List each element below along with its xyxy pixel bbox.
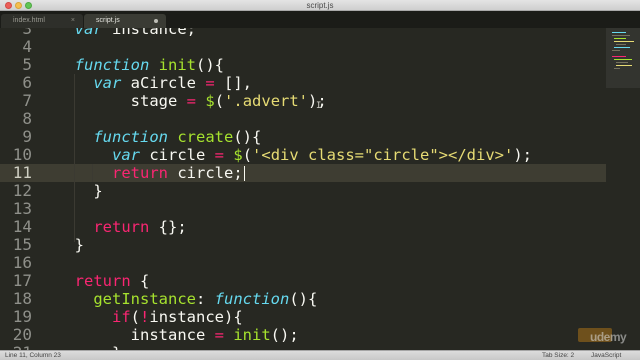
status-bar: Line 11, Column 23 Tab Size: 2 JavaScrip…: [0, 350, 640, 360]
line-number: 17: [12, 271, 32, 290]
title-bar: script.js: [0, 0, 640, 11]
mouse-ibeam-cursor: I: [316, 101, 322, 111]
line-number: 12: [12, 181, 32, 200]
tab-bar: index.html × script.js: [0, 11, 640, 28]
line-number: 14: [12, 217, 32, 236]
code-line[interactable]: stage = $('.advert');: [56, 92, 606, 110]
tab-label: index.html: [13, 17, 45, 24]
code-line[interactable]: var aCircle = [],: [56, 74, 606, 92]
code-line[interactable]: [56, 110, 606, 128]
line-number: 5: [22, 55, 32, 74]
code-text-area[interactable]: var instance; function init(){ var aCirc…: [56, 28, 606, 350]
code-line[interactable]: instance = init();: [56, 326, 606, 344]
line-number: 20: [12, 325, 32, 344]
close-tab-icon[interactable]: ×: [71, 14, 75, 28]
code-line[interactable]: function init(){: [56, 56, 606, 74]
cursor-position: Line 11, Column 23: [5, 352, 61, 359]
line-number-gutter: 3 4 5 6 7 8 9 10 11 12 13 14 15 16 17 18…: [0, 28, 56, 350]
code-line[interactable]: if(!instance){: [56, 308, 606, 326]
udemy-watermark: udemy: [590, 330, 627, 344]
code-line[interactable]: var circle = $('<div class="circle"></di…: [56, 146, 606, 164]
code-line-current[interactable]: return circle;: [56, 164, 606, 182]
indent-guide: [92, 164, 93, 182]
line-number: 19: [12, 307, 32, 326]
line-number: 6: [22, 73, 32, 92]
line-number: 13: [12, 199, 32, 218]
tab-size-selector[interactable]: Tab Size: 2: [542, 351, 574, 360]
line-number: 9: [22, 127, 32, 146]
code-line[interactable]: [56, 254, 606, 272]
tab-label: script.js: [96, 17, 120, 24]
code-line[interactable]: [56, 38, 606, 56]
line-number: 4: [22, 37, 32, 56]
code-line[interactable]: }: [56, 236, 606, 254]
code-line[interactable]: getInstance: function(){: [56, 290, 606, 308]
text-caret: [243, 166, 245, 181]
code-line[interactable]: [56, 200, 606, 218]
line-number: 8: [22, 109, 32, 128]
line-number: 10: [12, 145, 32, 164]
code-line[interactable]: return {: [56, 272, 606, 290]
unsaved-dot-icon[interactable]: [154, 19, 158, 23]
code-line[interactable]: function create(){: [56, 128, 606, 146]
code-line[interactable]: return {};: [56, 218, 606, 236]
code-line[interactable]: var instance;: [56, 28, 606, 38]
minimap-viewport[interactable]: [606, 28, 640, 88]
line-number: 15: [12, 235, 32, 254]
indent-guide: [74, 74, 75, 242]
line-number: 7: [22, 91, 32, 110]
window-title: script.js: [306, 1, 334, 10]
code-editor[interactable]: 3 4 5 6 7 8 9 10 11 12 13 14 15 16 17 18…: [0, 28, 640, 350]
syntax-selector[interactable]: JavaScript: [591, 351, 621, 360]
code-line[interactable]: }: [56, 182, 606, 200]
line-number: 11: [12, 163, 32, 182]
tab-index-html[interactable]: index.html ×: [1, 14, 83, 28]
tab-script-js[interactable]: script.js: [84, 14, 166, 28]
minimap[interactable]: [606, 28, 640, 350]
line-number: 18: [12, 289, 32, 308]
line-number: 16: [12, 253, 32, 272]
